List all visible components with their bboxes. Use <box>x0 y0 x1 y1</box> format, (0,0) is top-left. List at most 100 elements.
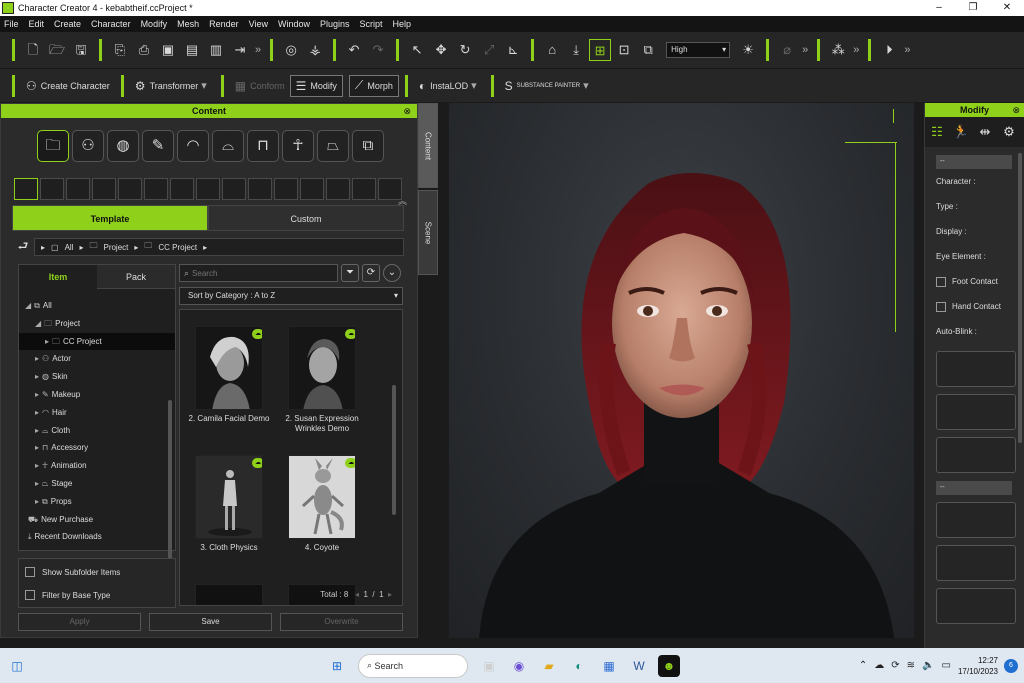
content-item[interactable]: ☁ 2. Susan Expression Wrinkles Demo <box>278 326 366 434</box>
scale-icon[interactable]: ⤢ <box>478 39 500 61</box>
close-button[interactable]: ✕ <box>990 0 1024 16</box>
menu-mesh[interactable]: Mesh <box>177 19 199 29</box>
expand-icon[interactable]: ▸ <box>35 461 39 470</box>
search-input[interactable] <box>192 268 323 278</box>
more-icon[interactable]: » <box>802 44 808 56</box>
align-icon[interactable]: ⇹ <box>973 124 997 140</box>
subcategory-slot[interactable] <box>40 178 64 200</box>
folder-category-icon[interactable]: 🗀 <box>37 130 69 162</box>
expand-icon[interactable]: ▸ <box>35 408 39 417</box>
tree-item[interactable]: ⤓ Recent Downloads <box>19 528 175 546</box>
maximize-button[interactable]: ❐ <box>956 0 990 16</box>
menu-create[interactable]: Create <box>54 19 81 29</box>
modify-button-slot[interactable] <box>936 394 1016 430</box>
item-thumbnail[interactable]: ☁ <box>288 326 356 410</box>
frame-icon[interactable]: ⊡ <box>613 39 635 61</box>
chat-icon[interactable]: ◉ <box>508 655 530 677</box>
content-item[interactable]: ☁ 2. Camila Facial Demo <box>185 326 273 424</box>
subcategory-slot[interactable] <box>170 178 194 200</box>
character-creator-taskbar-icon[interactable]: ☻ <box>658 654 680 677</box>
settings-icon[interactable]: ⚙ <box>997 124 1021 140</box>
apply-button[interactable]: Apply <box>18 613 141 631</box>
home-icon[interactable]: ⌂ <box>541 39 563 61</box>
transformer-button[interactable]: ⚙ Transformer ▾ <box>130 75 215 97</box>
subcategory-slot[interactable] <box>300 178 324 200</box>
fbx-export-icon[interactable]: ▤ <box>181 39 203 61</box>
back-icon[interactable]: ⮐ <box>12 237 34 258</box>
tree-item[interactable]: ▸ ⧉ Props <box>19 493 175 511</box>
close-icon[interactable]: ⊗ <box>403 104 411 118</box>
stage-category-icon[interactable]: ⏢ <box>317 130 349 162</box>
search-box[interactable]: ⌕ <box>179 264 338 282</box>
expand-icon[interactable]: ▸ <box>35 479 39 488</box>
expand-icon[interactable]: ▸ <box>35 372 39 381</box>
motion-icon[interactable]: 🏃 <box>949 124 973 140</box>
checkbox-box[interactable] <box>936 276 946 287</box>
item-thumbnail[interactable]: ☁ <box>288 455 356 539</box>
volume-icon[interactable]: 🔈 <box>922 660 934 671</box>
expand-icon[interactable]: ▸ <box>35 390 39 399</box>
sliders-icon[interactable]: ☷ <box>925 124 949 140</box>
menu-window[interactable]: Window <box>278 19 310 29</box>
refresh-icon[interactable]: ⟳ <box>362 264 380 282</box>
modify-button-slot[interactable] <box>936 351 1016 387</box>
save-icon[interactable]: 🖫 <box>70 39 92 61</box>
section-header[interactable]: -- <box>936 155 1012 169</box>
content-item[interactable] <box>185 584 273 605</box>
tab-custom[interactable]: Custom <box>208 205 404 231</box>
new-file-icon[interactable]: 🗋 <box>22 39 44 61</box>
checkbox-box[interactable] <box>25 567 35 577</box>
breadcrumb-cc-project[interactable]: CC Project <box>158 243 197 252</box>
modify-button-slot[interactable] <box>936 437 1016 473</box>
redo-icon[interactable]: ↷ <box>367 39 389 61</box>
move-icon[interactable]: ✥ <box>430 39 452 61</box>
more-icon[interactable]: » <box>853 44 859 56</box>
file-explorer-icon[interactable]: ▰ <box>538 655 560 677</box>
sync-icon[interactable]: ⟳ <box>891 660 899 671</box>
breadcrumb-project[interactable]: Project <box>103 243 128 252</box>
section-header[interactable]: -- <box>936 481 1012 495</box>
export-icon[interactable]: ⎙ <box>133 39 155 61</box>
tree-item[interactable]: ▸ 🗀 CC Project <box>19 332 175 351</box>
item-thumbnail[interactable]: ☁ <box>195 326 263 410</box>
filter-icon[interactable]: ⏷ <box>341 264 359 282</box>
import-icon[interactable]: ⎘ <box>109 39 131 61</box>
widgets-icon[interactable]: ◫ <box>6 655 28 677</box>
subcategory-slot[interactable] <box>144 178 168 200</box>
overwrite-button[interactable]: Overwrite <box>280 613 403 631</box>
tab-pack[interactable]: Pack <box>97 265 175 289</box>
menu-view[interactable]: View <box>249 19 268 29</box>
tree-item[interactable]: ⛟ New Purchase <box>19 511 175 529</box>
usd-export-icon[interactable]: ▥ <box>205 39 227 61</box>
store-icon[interactable]: ▦ <box>598 655 620 677</box>
modify-button-slot[interactable] <box>936 588 1016 624</box>
show-subfolder-checkbox[interactable]: Show Subfolder Items <box>19 562 175 582</box>
chevron-up-icon[interactable]: ⌃ <box>859 660 867 671</box>
clock[interactable]: 12:27 17/10/2023 <box>958 655 998 677</box>
expand-icon[interactable]: ◢ <box>25 301 31 310</box>
subcategory-slot[interactable] <box>92 178 116 200</box>
subcategory-slot[interactable] <box>274 178 298 200</box>
menu-render[interactable]: Render <box>209 19 239 29</box>
taskbar-search[interactable]: ⌕ Search <box>358 653 468 678</box>
more-icon[interactable]: » <box>904 44 910 56</box>
modify-button-slot[interactable] <box>936 545 1016 581</box>
item-thumbnail[interactable]: ☁ <box>195 455 263 539</box>
animation-category-icon[interactable]: ☥ <box>282 130 314 162</box>
tab-item[interactable]: Item <box>19 265 97 289</box>
breadcrumb-arrow-icon[interactable]: ▸ <box>134 243 138 252</box>
start-icon[interactable]: ⊞ <box>326 655 348 677</box>
next-page-icon[interactable]: ▸ <box>386 590 392 599</box>
create-character-button[interactable]: ⚇ Create Character <box>21 75 115 97</box>
onedrive-icon[interactable]: ☁ <box>874 660 884 671</box>
hair-category-icon[interactable]: ◠ <box>177 130 209 162</box>
task-view-icon[interactable]: ▣ <box>478 655 500 677</box>
subcategory-slot[interactable] <box>196 178 220 200</box>
subcategory-slot[interactable] <box>352 178 376 200</box>
instalod-button[interactable]: ◐ InstaLOD ▾ <box>414 75 485 97</box>
undo-icon[interactable]: ↶ <box>343 39 365 61</box>
modify-scrollbar[interactable] <box>1018 153 1022 443</box>
grid-scrollbar[interactable] <box>392 385 396 515</box>
breadcrumb-arrow-icon[interactable]: ▸ <box>41 243 45 252</box>
tree-item[interactable]: ▸ ◍ Skin <box>19 368 175 386</box>
